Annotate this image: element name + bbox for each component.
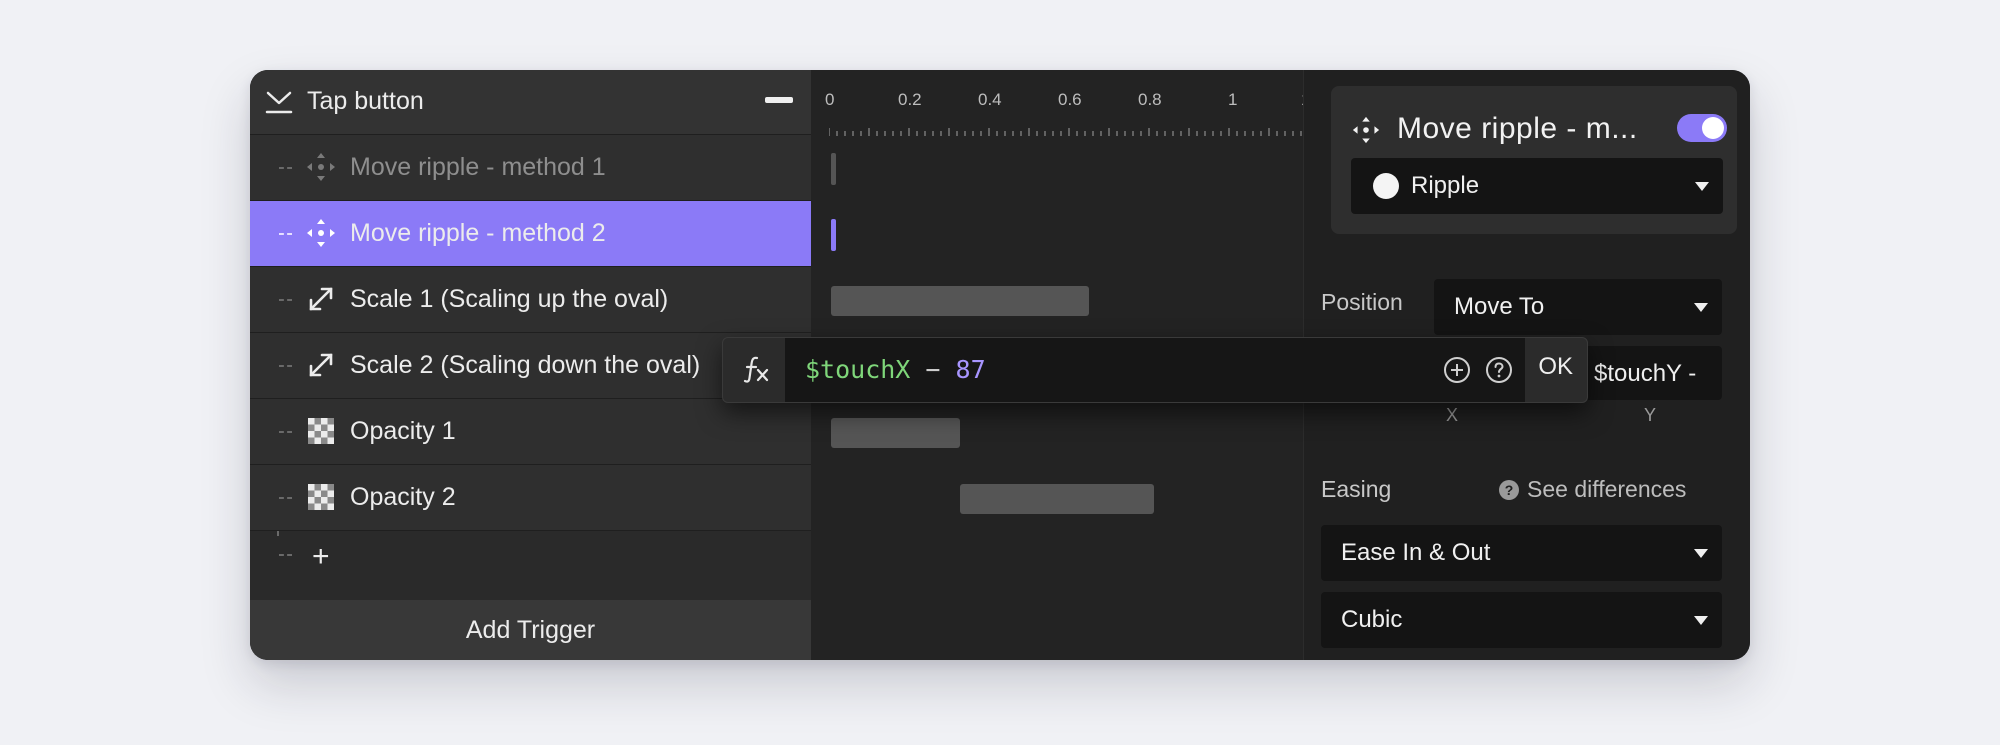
y-axis-label: Y (1644, 405, 1657, 425)
animation-label: Move ripple - method 2 (350, 219, 606, 247)
move-icon (1352, 116, 1380, 144)
add-animation-button[interactable]: + (312, 540, 330, 574)
animation-label: Move ripple - method 1 (350, 153, 606, 181)
tree-branch (279, 365, 292, 367)
function-icon (743, 356, 769, 383)
tick-label: 1 (1228, 90, 1238, 109)
tick-label: 0.2 (898, 90, 922, 109)
position-mode-select[interactable]: Move To (1434, 279, 1722, 335)
animation-header-card: Move ripple - m... Ripple (1331, 86, 1737, 234)
position-y-input[interactable]: $touchY - (1582, 346, 1722, 400)
tick-label: 0.4 (978, 90, 1002, 109)
move-icon (307, 219, 335, 247)
timeline-ruler (829, 128, 1302, 136)
animation-title: Move ripple - m... (1397, 112, 1638, 145)
formula-number: 87 (955, 355, 986, 384)
layer-select-value: Ripple (1411, 172, 1480, 199)
timeline-keyframe-marker[interactable] (831, 219, 836, 251)
easing-label: Easing (1321, 476, 1392, 502)
tree-branch (279, 431, 292, 433)
tree-branch (279, 233, 292, 235)
scale-icon (309, 287, 333, 311)
x-axis-label: X (1446, 405, 1459, 425)
add-circle-icon[interactable] (1443, 356, 1471, 384)
chevron-down-icon (1694, 616, 1708, 625)
easing-curve-value: Cubic (1341, 606, 1403, 633)
add-animation-row: + (250, 538, 811, 576)
tree-branch (279, 497, 292, 499)
layer-select[interactable]: Ripple (1351, 158, 1723, 214)
help-icon[interactable] (1485, 356, 1513, 384)
animation-row-move-2[interactable]: Move ripple - method 2 (250, 201, 811, 267)
animation-row-move-1[interactable]: Move ripple - method 1 (250, 135, 811, 201)
help-icon: ? (1499, 480, 1519, 500)
animation-row-opacity-1[interactable]: Opacity 1 (250, 399, 811, 465)
tick-label: 0.6 (1058, 90, 1082, 109)
animation-row-opacity-2[interactable]: Opacity 2 (250, 465, 811, 531)
add-trigger-button[interactable]: Add Trigger (250, 600, 811, 660)
animation-row-scale-1[interactable]: Scale 1 (Scaling up the oval) (250, 267, 811, 333)
formula-expression: $touchX − 87 (805, 355, 986, 384)
toggle-knob (1702, 117, 1724, 139)
trigger-header[interactable]: Tap button (250, 70, 811, 135)
tree-branch (279, 554, 292, 556)
formula-variable: $touchX (805, 355, 911, 384)
formula-operator: − (925, 355, 941, 384)
position-label: Position (1321, 289, 1403, 315)
add-trigger-label: Add Trigger (465, 616, 596, 644)
formula-editor-popover: $touchX − 87 OK (722, 337, 1588, 403)
collapse-button[interactable] (765, 97, 793, 103)
easing-curve-select[interactable]: Cubic (1321, 592, 1722, 648)
animation-enabled-toggle[interactable] (1677, 114, 1727, 142)
easing-type-select[interactable]: Ease In & Out (1321, 525, 1722, 581)
timeline-bar[interactable] (831, 286, 1090, 316)
scale-icon (309, 353, 333, 377)
formula-input[interactable]: $touchX − 87 (785, 338, 1525, 402)
animation-label: Opacity 2 (350, 483, 456, 511)
tap-trigger-icon (265, 91, 293, 114)
chevron-down-icon (1695, 182, 1709, 191)
trigger-title: Tap button (307, 87, 424, 115)
tree-branch (279, 167, 292, 169)
chevron-down-icon (1694, 549, 1708, 558)
timeline-keyframe-marker[interactable] (831, 153, 836, 185)
animation-label: Opacity 1 (350, 417, 456, 445)
easing-type-value: Ease In & Out (1341, 539, 1491, 566)
tick-label: 0.8 (1138, 90, 1162, 109)
formula-ok-button[interactable]: OK (1538, 353, 1573, 381)
move-icon (307, 153, 335, 181)
see-differences-label: See differences (1527, 476, 1687, 502)
layer-color-dot (1373, 173, 1399, 199)
position-mode-value: Move To (1454, 293, 1545, 320)
animation-label: Scale 1 (Scaling up the oval) (350, 285, 669, 313)
opacity-icon (308, 484, 334, 510)
position-y-value: $touchY - (1594, 360, 1697, 387)
timeline-bar[interactable] (831, 418, 961, 448)
tree-branch (279, 299, 292, 301)
animation-label: Scale 2 (Scaling down the oval) (350, 351, 701, 379)
tick-label: 0 (825, 90, 835, 109)
timeline-bar[interactable] (960, 484, 1154, 514)
opacity-icon (308, 418, 334, 444)
chevron-down-icon (1694, 303, 1708, 312)
see-differences-link[interactable]: ? See differences (1499, 476, 1686, 503)
